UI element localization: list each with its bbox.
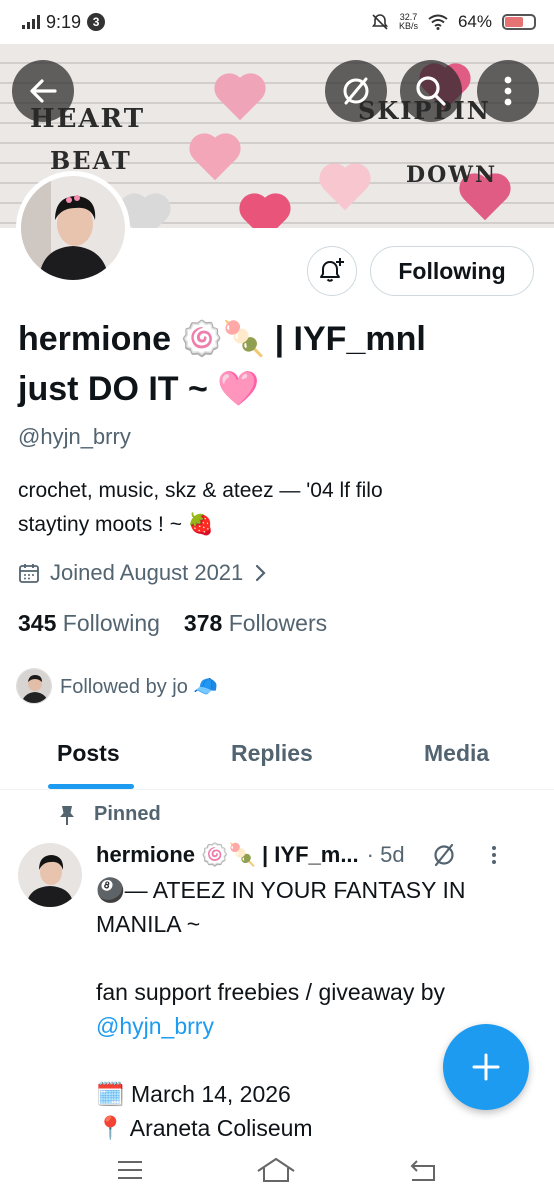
recent-apps-icon[interactable]: [116, 1159, 144, 1181]
tab-posts[interactable]: Posts: [57, 740, 120, 767]
home-icon[interactable]: [256, 1157, 296, 1183]
pinned-label: Pinned: [58, 803, 161, 826]
heart-decoration: [123, 197, 167, 228]
display-name-line: just DO IT ~ 🩷: [18, 370, 260, 408]
more-vertical-icon[interactable]: [491, 845, 497, 865]
search-button[interactable]: [400, 60, 462, 122]
bio-line: staytiny moots ! ~ 🍓: [18, 513, 214, 536]
tab-media[interactable]: Media: [424, 740, 489, 767]
follower-avatar: [16, 668, 52, 704]
pinned-text: Pinned: [94, 803, 161, 825]
status-time: 9:19: [46, 11, 82, 32]
calendar-icon: [19, 564, 39, 583]
profile-handle: @hyjn_brry: [18, 424, 131, 449]
wifi-icon: [428, 14, 448, 30]
compose-post-button[interactable]: [443, 1024, 529, 1110]
banner-word: DOWN: [406, 162, 498, 188]
followers-count-link[interactable]: 378 Followers: [184, 610, 327, 637]
following-count: 345: [18, 610, 57, 636]
following-count-link[interactable]: 345 Following: [18, 610, 160, 637]
following-button[interactable]: Following: [370, 246, 534, 296]
banner-word: BEAT: [50, 146, 132, 175]
heart-decoration: [243, 197, 287, 228]
notify-bell-button[interactable]: [307, 246, 357, 296]
post-line: [96, 941, 516, 975]
post-line: fan support freebies / giveaway by: [96, 979, 446, 1005]
bio-line: crochet, music, skz & ateez — '04 lf fil…: [18, 479, 383, 502]
slash-circle-icon: [343, 77, 369, 105]
signal-icon: [22, 15, 40, 29]
post-author-avatar[interactable]: [18, 843, 82, 907]
active-tab-indicator: [48, 784, 134, 789]
plus-icon: [472, 1053, 500, 1081]
chevron-right-icon: [256, 564, 266, 582]
back-nav-icon[interactable]: [408, 1158, 438, 1182]
post-header: hermione 🍥🍡 | IYF_m... · 5d: [96, 842, 536, 868]
battery-percent: 64%: [457, 12, 492, 31]
arrow-left-icon: [30, 79, 57, 103]
followers-count: 378: [183, 610, 223, 636]
followed-by-text: Followed by jo 🧢: [60, 675, 219, 698]
bell-plus-icon: [320, 258, 344, 282]
pin-icon: [60, 805, 74, 825]
search-icon: [416, 76, 446, 106]
more-options-button[interactable]: [477, 60, 539, 122]
display-name: hermione 🍥🍡 | IYF_mnl just DO IT ~ 🩷: [18, 314, 528, 414]
joined-date[interactable]: Joined August 2021: [18, 560, 267, 586]
notification-count-badge: 3: [87, 13, 106, 31]
follow-counts: 345 Following 378 Followers: [18, 610, 327, 637]
slash-circle-icon[interactable]: [431, 842, 457, 868]
post-timestamp[interactable]: · 5d: [367, 842, 405, 868]
display-name-line: hermione 🍥🍡 | IYF_mnl: [18, 320, 426, 358]
battery-icon: [502, 14, 536, 30]
dnd-off-icon: [371, 14, 389, 30]
profile-bio: crochet, music, skz & ateez — '04 lf fil…: [18, 474, 528, 542]
post-body: 🎱— ATEEZ IN YOUR FANTASY IN MANILA ~ fan…: [96, 873, 516, 1145]
more-vertical-icon: [504, 76, 512, 106]
tab-replies[interactable]: Replies: [231, 740, 313, 767]
post-line: 🎱— ATEEZ IN YOUR FANTASY IN: [96, 877, 466, 903]
post-author-name[interactable]: hermione 🍥🍡 | IYF_m...: [96, 842, 359, 868]
status-bar: 9:19 3 32.7 KB/s 64%: [0, 0, 554, 44]
grok-button[interactable]: [325, 60, 387, 122]
followers-label: Followers: [228, 610, 328, 636]
joined-text: Joined August 2021: [50, 560, 244, 585]
followed-by[interactable]: Followed by jo 🧢: [16, 668, 218, 704]
profile-avatar[interactable]: [16, 171, 130, 285]
avatar-image: [21, 176, 125, 280]
system-nav-bar: [0, 1140, 554, 1200]
following-label: Following: [62, 610, 160, 636]
back-button[interactable]: [12, 60, 74, 122]
post-line: MANILA ~: [96, 911, 201, 937]
profile-tabs: Posts Replies Media: [0, 722, 554, 790]
network-speed: 32.7 KB/s: [398, 12, 418, 31]
